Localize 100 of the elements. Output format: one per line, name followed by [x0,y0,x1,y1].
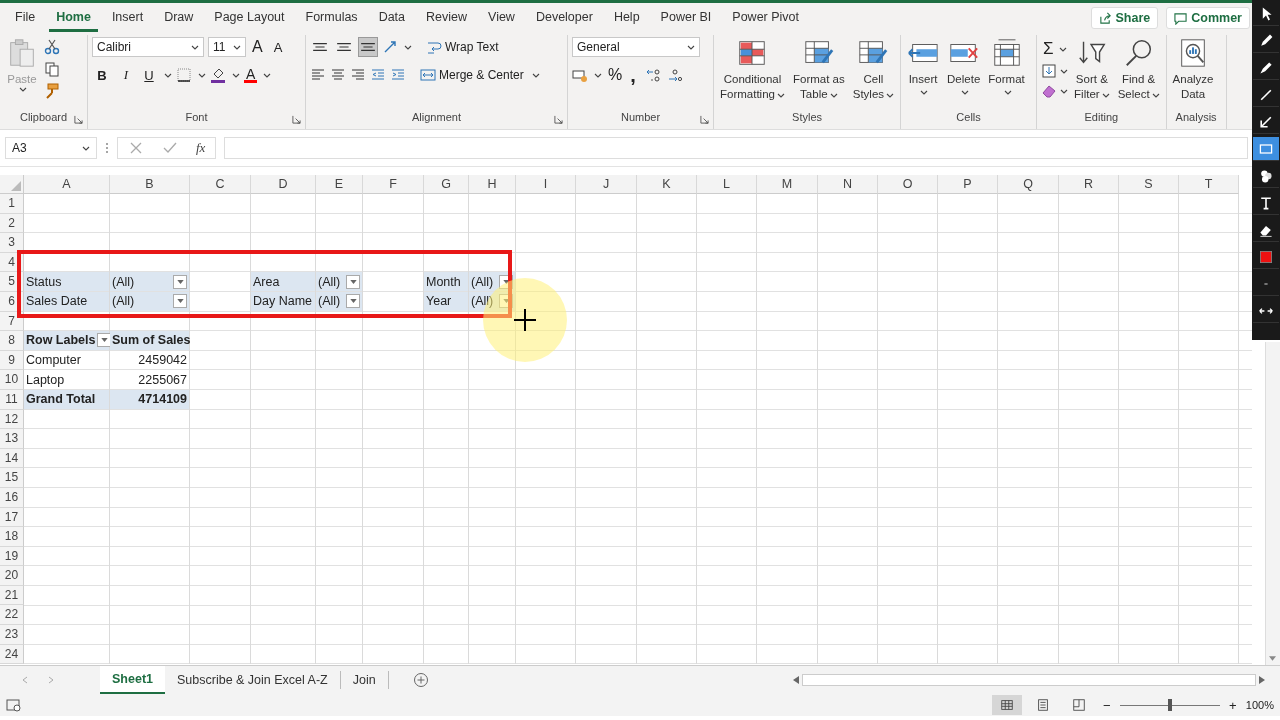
column-header[interactable]: Q [998,175,1059,194]
align-icon[interactable] [350,67,366,83]
launcher-icon[interactable] [292,115,301,124]
ribbon-button[interactable]: Cell Styles [850,37,897,102]
annotation-tool-button[interactable] [1253,137,1279,161]
menu-tab[interactable]: File [8,4,43,32]
bold-button[interactable]: B [92,65,112,85]
column-header[interactable]: S [1119,175,1179,194]
row-number[interactable]: 17 [0,507,24,528]
ribbon-button[interactable]: Conditional Formatting [718,37,787,102]
column-header[interactable]: D [251,175,316,194]
row-number[interactable]: 16 [0,487,24,508]
column-header[interactable]: K [637,175,697,194]
filter-dropdown-button[interactable] [173,274,187,289]
filter-dropdown-button[interactable] [346,274,360,289]
menu-tab[interactable]: Power Pivot [725,4,807,32]
formula-input[interactable] [224,137,1248,159]
menu-tab[interactable]: Developer [528,4,600,32]
scroll-left-icon[interactable] [793,676,799,684]
menu-tab[interactable]: Formulas [298,4,365,32]
ribbon-button[interactable]: Format [986,37,1027,95]
currency-icon[interactable] [572,67,588,83]
comments-button[interactable]: Commer [1166,7,1250,29]
add-sheet-icon[interactable] [412,672,429,688]
autosum-button[interactable]: Σ [1041,39,1056,59]
zoom-slider[interactable] [1119,699,1220,711]
column-header[interactable]: O [878,175,938,194]
column-header[interactable]: I [516,175,576,194]
row-number[interactable]: 18 [0,527,24,547]
brush-icon[interactable] [44,83,60,99]
filter-dropdown-button[interactable] [173,294,187,309]
wrap-text-button[interactable]: Wrap Text [424,37,501,57]
copy-icon[interactable] [44,61,60,77]
name-box[interactable]: A3 [5,137,97,159]
row-number[interactable]: 3 [0,233,24,253]
menu-tab[interactable]: Draw [157,4,201,32]
column-header[interactable]: M [757,175,818,194]
column-header[interactable]: B [110,175,190,194]
column-header[interactable]: L [697,175,757,194]
column-header[interactable]: N [818,175,878,194]
column-header[interactable]: J [576,175,637,194]
row-number[interactable]: 2 [0,213,24,234]
ribbon-button[interactable]: Analyze Data [1170,37,1216,102]
row-number[interactable]: 1 [0,194,24,214]
launcher-icon[interactable] [554,115,563,124]
filter-dropdown-button[interactable] [346,294,360,309]
row-number[interactable]: 21 [0,585,24,606]
font-size-field[interactable]: 11 [208,37,246,57]
grow-font-button[interactable]: A [250,37,268,57]
underline-button[interactable]: U [140,65,158,85]
menu-tab[interactable]: Data [371,4,413,32]
menu-tab[interactable]: View [481,4,522,32]
align-icon[interactable] [330,67,346,83]
shrink-font-button[interactable]: A [271,37,285,57]
row-number[interactable]: 13 [0,429,24,449]
row-number[interactable]: 19 [0,546,24,567]
row-number[interactable]: 23 [0,625,24,645]
row-number[interactable]: 15 [0,468,24,488]
row-number[interactable]: 20 [0,566,24,586]
column-header[interactable]: H [469,175,516,194]
vertical-align-button[interactable] [358,37,378,57]
borders-icon[interactable] [176,67,192,83]
eraser-icon[interactable] [1041,83,1058,99]
row-number[interactable]: 10 [0,370,24,390]
column-header[interactable]: T [1179,175,1239,194]
column-header[interactable]: A [24,175,110,194]
vertical-scrollbar[interactable] [1265,342,1280,665]
row-number[interactable]: 9 [0,350,24,371]
ribbon-button[interactable]: Format as Table [790,37,847,102]
column-header[interactable]: F [363,175,424,194]
column-header[interactable]: E [316,175,363,194]
row-number[interactable]: 14 [0,448,24,469]
macro-record-icon[interactable] [6,697,22,713]
menu-tab[interactable]: Power BI [653,4,719,32]
ribbon-button[interactable]: Sort & Filter [1072,37,1112,102]
comma-style-button[interactable]: , [628,65,643,85]
decrease-decimal-icon[interactable] [666,67,683,83]
ribbon-button[interactable]: Find & Select [1115,37,1162,102]
insert-function-button[interactable]: fx [196,140,206,156]
column-header[interactable]: G [424,175,469,194]
column-header[interactable]: C [190,175,251,194]
font-color-button[interactable]: A [244,67,258,83]
ribbon-button[interactable]: Delete [945,37,983,95]
filter-dropdown-button[interactable] [97,333,112,348]
zoom-in-button[interactable]: + [1225,697,1240,713]
row-number[interactable]: 24 [0,644,24,665]
menu-tab[interactable]: Insert [104,4,151,32]
slider-thumb[interactable] [1167,699,1172,711]
merge-center-button[interactable]: Merge & Center [418,65,526,85]
font-name-field[interactable]: Calibri [92,37,204,57]
menu-tab[interactable]: Help [606,4,647,32]
sheet-tab[interactable]: Sheet1 [100,666,165,694]
launcher-icon[interactable] [700,115,709,124]
scroll-down-icon[interactable] [1269,656,1276,661]
scissors-icon[interactable] [44,39,60,55]
row-number[interactable]: 22 [0,605,24,626]
column-header[interactable]: P [938,175,998,194]
scroll-right-icon[interactable] [1259,676,1265,684]
increase-decimal-icon[interactable] [646,67,663,83]
row-number[interactable]: 12 [0,409,24,430]
